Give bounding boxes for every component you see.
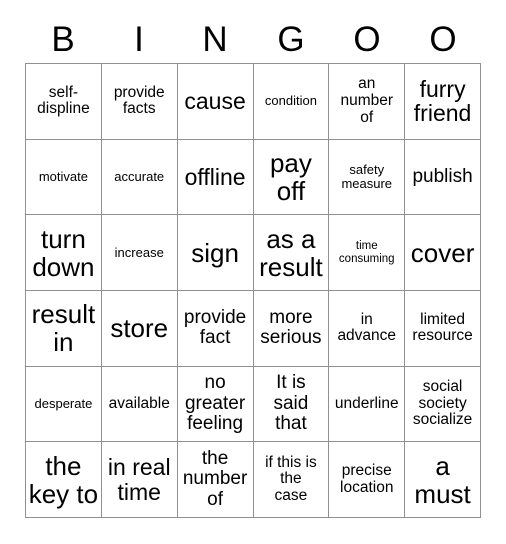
bingo-cell-r0c5[interactable]: furry friend — [405, 64, 481, 140]
bingo-cell-label: as a result — [259, 223, 323, 282]
bingo-cell-label: pay off — [269, 147, 312, 206]
bingo-cell-label: safety measure — [341, 161, 393, 191]
bingo-cell-r1c4[interactable]: safety measure — [329, 139, 406, 216]
bingo-cell-label: It is said that — [273, 372, 309, 435]
bingo-card: B I N G O O self- displine provide facts… — [0, 0, 506, 544]
bingo-cell-r0c4[interactable]: an number of — [329, 64, 406, 140]
bingo-cell-r4c3[interactable]: It is said that — [253, 366, 330, 443]
bingo-header-row: B I N G O O — [25, 17, 481, 63]
bingo-cell-r3c2[interactable]: provide fact — [177, 290, 254, 367]
bingo-cell-r3c3[interactable]: more serious — [253, 290, 330, 367]
bingo-cell-label: the number of — [182, 447, 248, 510]
bingo-cell-label: motivate — [38, 168, 88, 184]
bingo-cell-r0c2[interactable]: cause — [177, 64, 254, 140]
bingo-cell-label: in advance — [337, 310, 397, 345]
bingo-grid: self- displine provide facts cause condi… — [25, 63, 481, 518]
bingo-cell-r5c2[interactable]: the number of — [177, 442, 254, 518]
bingo-cell-label: result in — [31, 299, 96, 358]
bingo-cell-r0c3[interactable]: condition — [253, 64, 330, 140]
bingo-cell-label: underline — [334, 394, 399, 412]
bingo-cell-r0c1[interactable]: provide facts — [101, 64, 178, 140]
bingo-cell-label: provide facts — [113, 83, 165, 118]
bingo-header-letter-4: O — [353, 20, 381, 59]
bingo-cell-r3c0[interactable]: result in — [26, 290, 102, 367]
bingo-cell-label: cover — [410, 237, 475, 268]
bingo-cell-r4c1[interactable]: available — [101, 366, 178, 443]
bingo-header-letter-2: N — [202, 20, 228, 59]
bingo-cell-label: in real time — [107, 453, 171, 505]
bingo-cell-label: self- displine — [37, 83, 90, 118]
bingo-cell-r5c1[interactable]: in real time — [101, 442, 178, 518]
bingo-cell-r2c4[interactable]: time consuming — [329, 215, 406, 291]
bingo-cell-r2c0[interactable]: turn down — [26, 215, 102, 291]
bingo-cell-r3c5[interactable]: limited resource — [405, 290, 481, 367]
bingo-cell-r4c4[interactable]: underline — [329, 366, 406, 443]
bingo-cell-label: more serious — [260, 306, 322, 349]
bingo-cell-label: available — [108, 394, 170, 412]
bingo-cell-r5c4[interactable]: precise location — [329, 442, 406, 518]
bingo-cell-r4c5[interactable]: social society socialize — [405, 366, 481, 443]
bingo-cell-label: sign — [191, 237, 239, 268]
bingo-header-letter-0: B — [51, 20, 75, 59]
bingo-cell-label: turn down — [32, 223, 95, 282]
bingo-cell-label: a must — [414, 450, 471, 509]
bingo-cell-label: store — [110, 313, 169, 344]
bingo-cell-label: the key to — [28, 450, 99, 509]
bingo-cell-r5c0[interactable]: the key to — [26, 442, 102, 518]
bingo-cell-label: publish — [412, 165, 473, 187]
bingo-cell-r4c0[interactable]: desperate — [26, 366, 102, 443]
bingo-cell-r2c5[interactable]: cover — [405, 215, 481, 291]
bingo-cell-label: increase — [114, 244, 164, 260]
bingo-cell-r1c2[interactable]: offline — [177, 139, 254, 216]
bingo-cell-r2c3[interactable]: as a result — [253, 215, 330, 291]
bingo-header-letter-5: O — [429, 20, 457, 59]
bingo-cell-label: offline — [184, 163, 246, 190]
bingo-cell-label: if this is the case — [265, 453, 317, 505]
bingo-cell-label: condition — [264, 93, 317, 109]
bingo-cell-label: precise location — [340, 461, 394, 496]
bingo-cell-r5c5[interactable]: a must — [405, 442, 481, 518]
bingo-cell-label: social society socialize — [412, 377, 473, 429]
bingo-cell-label: provide fact — [183, 306, 247, 349]
bingo-cell-r1c1[interactable]: accurate — [101, 139, 178, 216]
bingo-header-letter-1: I — [134, 20, 144, 59]
bingo-cell-r3c1[interactable]: store — [101, 290, 178, 367]
bingo-cell-r3c4[interactable]: in advance — [329, 290, 406, 367]
bingo-cell-r2c2[interactable]: sign — [177, 215, 254, 291]
bingo-cell-label: cause — [184, 87, 246, 114]
bingo-cell-r2c1[interactable]: increase — [101, 215, 178, 291]
bingo-cell-r1c5[interactable]: publish — [405, 139, 481, 216]
bingo-cell-label: limited resource — [412, 310, 473, 345]
bingo-cell-r4c2[interactable]: no greater feeling — [177, 366, 254, 443]
bingo-cell-r1c3[interactable]: pay off — [253, 139, 330, 216]
bingo-cell-label: time consuming — [338, 240, 395, 265]
bingo-cell-r5c3[interactable]: if this is the case — [253, 442, 330, 518]
bingo-cell-r1c0[interactable]: motivate — [26, 139, 102, 216]
bingo-cell-label: accurate — [114, 168, 165, 184]
bingo-cell-label: no greater feeling — [184, 372, 246, 435]
bingo-header-letter-3: G — [277, 20, 305, 59]
bingo-cell-r0c0[interactable]: self- displine — [26, 64, 102, 140]
bingo-cell-label: desperate — [34, 395, 93, 411]
bingo-cell-label: furry friend — [413, 75, 472, 127]
bingo-cell-label: an number of — [340, 75, 394, 126]
